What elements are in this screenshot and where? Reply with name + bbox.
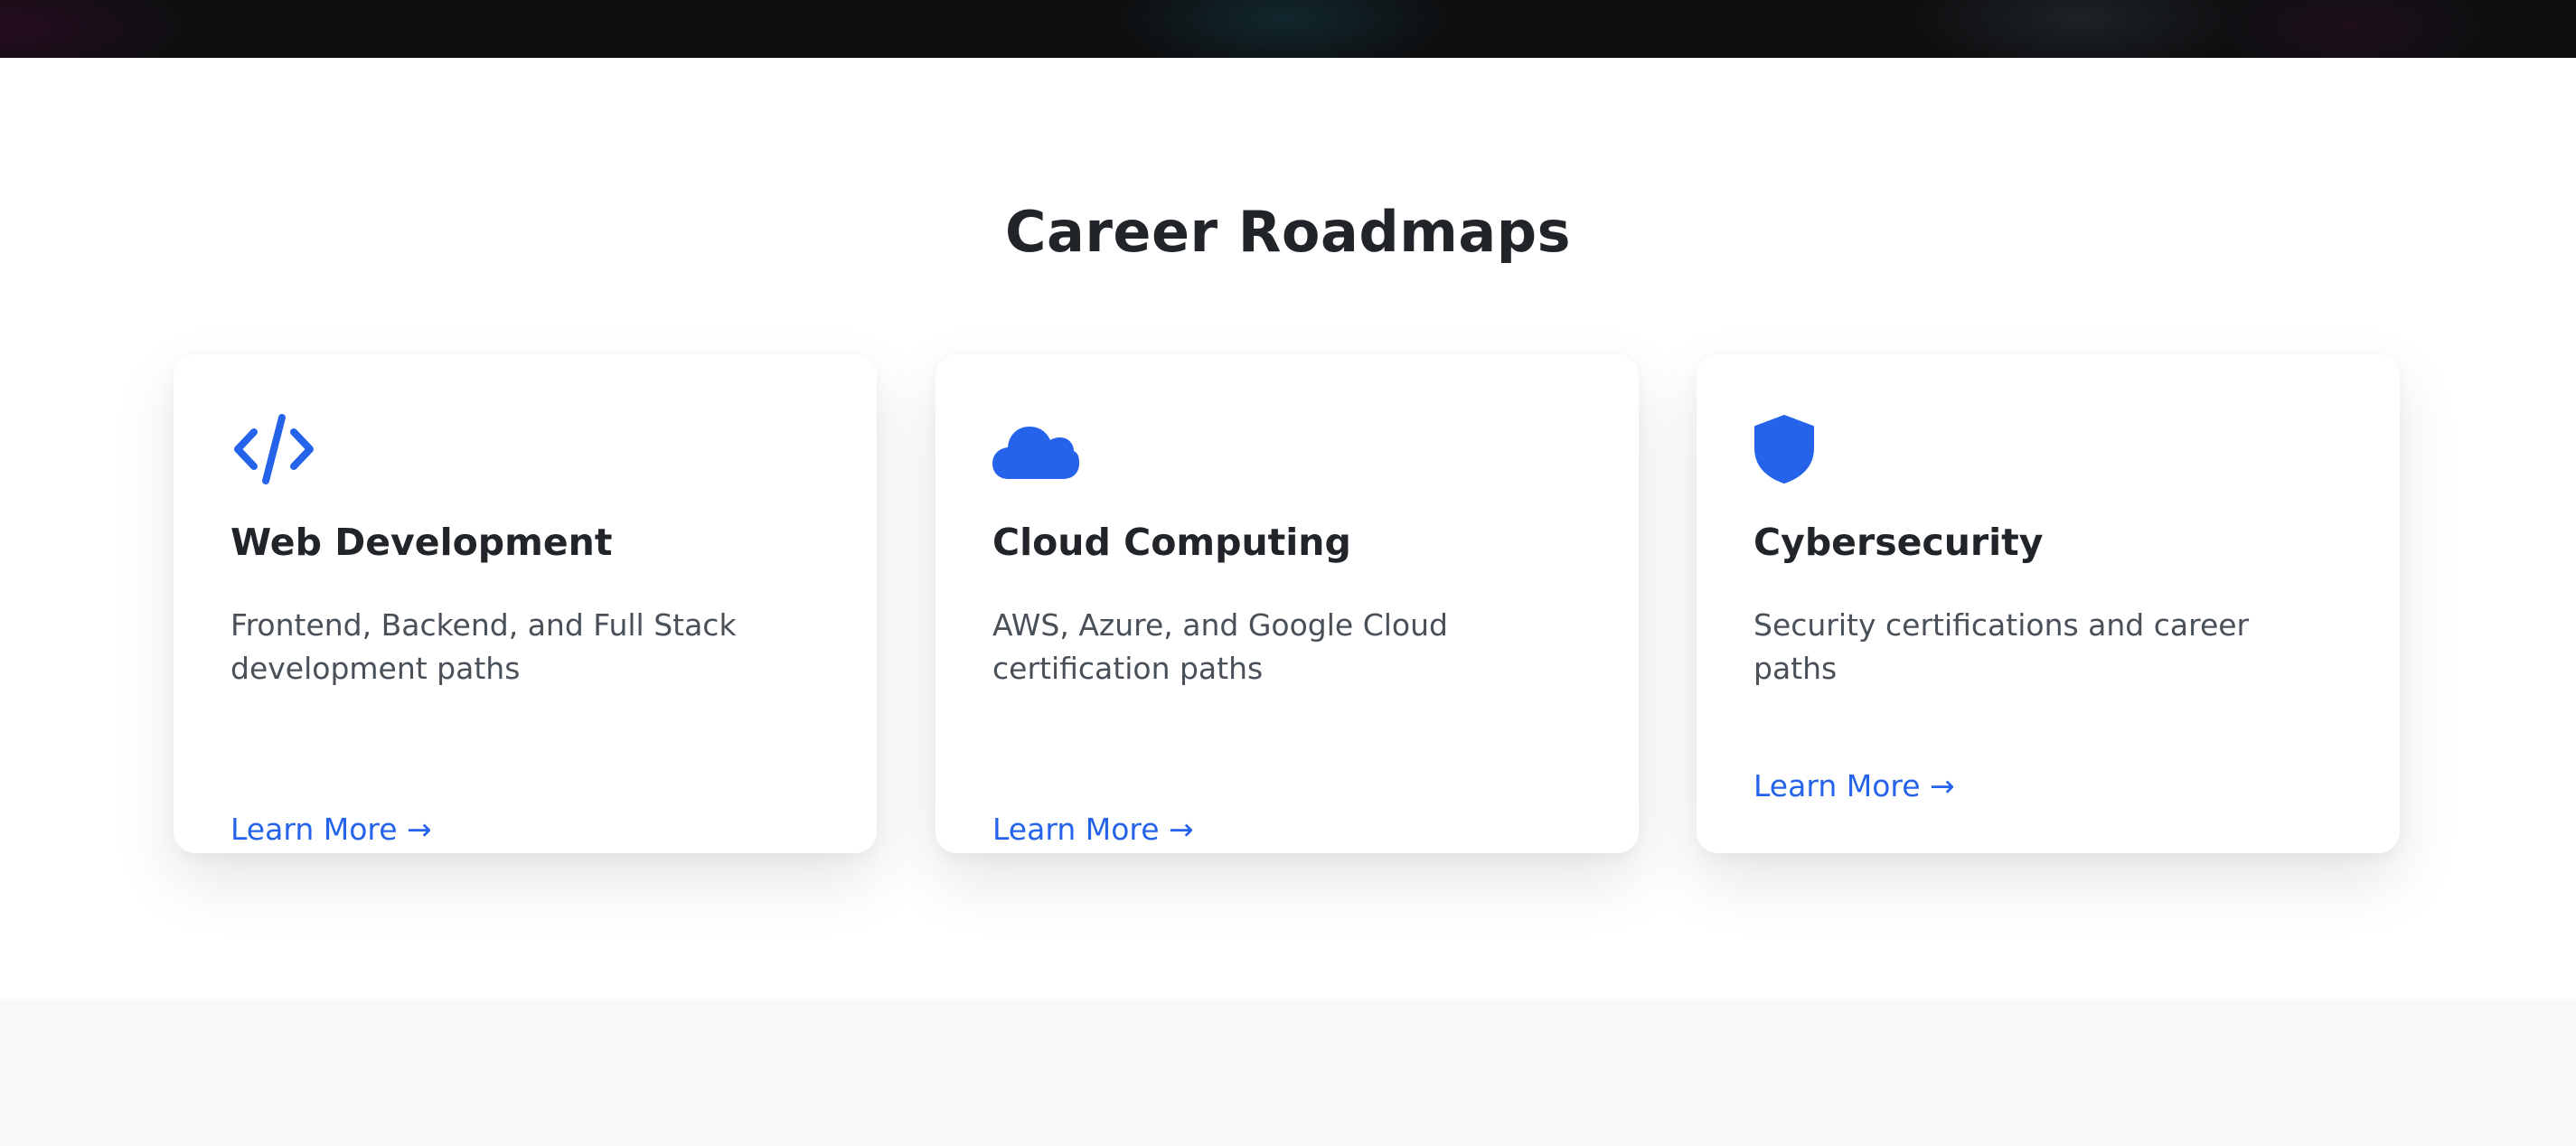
- learn-more-link[interactable]: Learn More →: [992, 812, 1194, 848]
- card-description: AWS, Azure, and Google Cloud certificati…: [992, 607, 1448, 686]
- roadmap-card-web-development: Web Development Frontend, Backend, and F…: [174, 354, 877, 853]
- learn-more-link[interactable]: Learn More →: [230, 812, 432, 848]
- card-description: Security certifications and career paths: [1753, 607, 2250, 686]
- card-title: Cybersecurity: [1753, 521, 2044, 564]
- card-description: Frontend, Backend, and Full Stack develo…: [230, 607, 737, 686]
- career-roadmaps-section: Career Roadmaps Web Development Frontend…: [0, 58, 2576, 999]
- roadmap-card-cybersecurity: Cybersecurity Security certifications an…: [1697, 354, 2400, 853]
- shield-icon: [1753, 414, 1840, 486]
- card-title: Web Development: [230, 521, 613, 564]
- card-title: Cloud Computing: [992, 521, 1351, 564]
- cloud-icon: [992, 414, 1079, 486]
- next-section-band: [0, 999, 2576, 1146]
- top-navbar-strip: [0, 0, 2576, 58]
- learn-more-link[interactable]: Learn More →: [1753, 768, 1955, 804]
- roadmap-card-cloud-computing: Cloud Computing AWS, Azure, and Google C…: [935, 354, 1639, 853]
- section-title: Career Roadmaps: [1005, 199, 1571, 265]
- code-icon: [230, 414, 317, 486]
